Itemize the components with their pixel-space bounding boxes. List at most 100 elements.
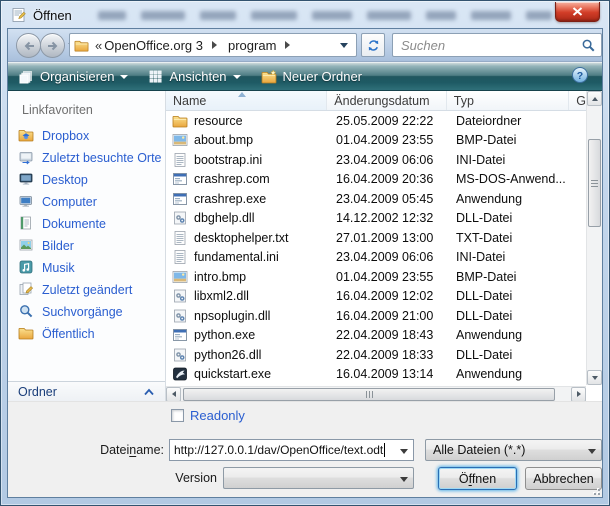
sidebar-item-dropbox[interactable]: Dropbox bbox=[8, 125, 165, 147]
column-header-date[interactable]: Änderungsdatum bbox=[327, 91, 446, 110]
column-headers: Name Änderungsdatum Typ G bbox=[166, 91, 586, 111]
recent-places-icon bbox=[18, 149, 34, 168]
file-row-dbghelp-dll[interactable]: dbghelp.dll 14.12.2002 12:32 DLL-Datei bbox=[166, 209, 586, 229]
breadcrumb-overflow-chevron[interactable]: « bbox=[95, 38, 102, 53]
sidebar-item-computer[interactable]: Computer bbox=[8, 191, 165, 213]
file-row-bootstrap-ini[interactable]: bootstrap.ini 23.04.2009 06:06 INI-Datei bbox=[166, 150, 586, 170]
file-row-python-exe[interactable]: python.exe 22.04.2009 18:43 Anwendung bbox=[166, 326, 586, 346]
sidebar-item-desktop[interactable]: Desktop bbox=[8, 169, 165, 191]
close-button[interactable] bbox=[555, 2, 600, 22]
scroll-up-button[interactable] bbox=[587, 91, 602, 106]
file-type: MS-DOS-Anwend... bbox=[448, 172, 571, 186]
search-box[interactable] bbox=[392, 33, 602, 57]
version-label: Version bbox=[175, 471, 217, 485]
file-type: INI-Datei bbox=[448, 153, 571, 167]
browser-content: Linkfavoriten Dropbox bbox=[8, 91, 602, 401]
file-type: Dateiordner bbox=[448, 114, 571, 128]
file-row-npsoplugin-dll[interactable]: npsoplugin.dll 16.04.2009 21:00 DLL-Date… bbox=[166, 306, 586, 326]
resize-grip[interactable] bbox=[590, 485, 600, 495]
readonly-checkbox[interactable] bbox=[171, 409, 184, 422]
app-icon bbox=[172, 327, 188, 343]
svg-text:?: ? bbox=[577, 70, 583, 82]
filename-dropdown-icon[interactable] bbox=[400, 449, 408, 458]
file-row-resource[interactable]: resource 25.05.2009 22:22 Dateiordner bbox=[166, 111, 586, 131]
filename-input[interactable]: http://127.0.0.1/dav/OpenOffice/text.odt bbox=[169, 439, 414, 461]
sidebar-item-ffentlich[interactable]: Öffentlich bbox=[8, 323, 165, 345]
file-type: BMP-Datei bbox=[448, 133, 571, 147]
breadcrumb-item-program[interactable]: program bbox=[228, 38, 276, 53]
breadcrumb-address-bar[interactable]: « OpenOffice.org 3 program bbox=[69, 33, 357, 57]
scroll-left-button[interactable] bbox=[166, 387, 181, 402]
version-select[interactable] bbox=[223, 467, 414, 489]
file-date: 22.04.2009 18:43 bbox=[328, 328, 448, 342]
title-bar[interactable]: Öffnen bbox=[2, 2, 608, 28]
scroll-down-button[interactable] bbox=[587, 370, 602, 385]
back-button[interactable] bbox=[16, 33, 41, 58]
document-icon bbox=[11, 7, 27, 23]
help-button[interactable]: ? bbox=[571, 66, 589, 87]
file-name: libxml2.dll bbox=[194, 289, 249, 303]
sidebar-item-dokumente[interactable]: Dokumente bbox=[8, 213, 165, 235]
file-row-crashrep-exe[interactable]: crashrep.exe 23.04.2009 05:45 Anwendung bbox=[166, 189, 586, 209]
filetype-select[interactable]: Alle Dateien (*.*) bbox=[425, 439, 602, 461]
file-row-python26-dll[interactable]: python26.dll 22.04.2009 18:33 DLL-Datei bbox=[166, 345, 586, 365]
breadcrumb-item-openoffice[interactable]: OpenOffice.org 3 bbox=[104, 38, 203, 53]
views-button[interactable]: Ansichten bbox=[148, 69, 240, 84]
file-date: 23.04.2009 06:06 bbox=[328, 250, 448, 264]
image-icon bbox=[172, 132, 188, 148]
triangle-left-icon bbox=[172, 391, 176, 397]
horizontal-scrollbar[interactable] bbox=[166, 386, 586, 401]
new-folder-button[interactable]: Neuer Ordner bbox=[261, 69, 362, 85]
file-row-quickstart-exe[interactable]: quickstart.exe 16.04.2009 13:14 Anwendun… bbox=[166, 365, 586, 385]
file-name: python.exe bbox=[194, 328, 255, 342]
chevron-down-icon bbox=[233, 75, 241, 83]
sidebar-item-musik[interactable]: Musik bbox=[8, 257, 165, 279]
vertical-scroll-thumb[interactable] bbox=[588, 139, 601, 227]
file-type: TXT-Datei bbox=[448, 231, 571, 245]
file-row-about-bmp[interactable]: about.bmp 01.04.2009 23:55 BMP-Datei bbox=[166, 131, 586, 151]
file-type: DLL-Datei bbox=[448, 211, 571, 225]
file-name: dbghelp.dll bbox=[194, 211, 254, 225]
sidebar-item-bilder[interactable]: Bilder bbox=[8, 235, 165, 257]
column-header-type[interactable]: Typ bbox=[447, 91, 569, 110]
column-header-name[interactable]: Name bbox=[166, 91, 327, 110]
triangle-up-icon bbox=[592, 97, 598, 101]
file-row-intro-bmp[interactable]: intro.bmp 01.04.2009 23:55 BMP-Datei bbox=[166, 267, 586, 287]
open-button[interactable]: Öffnen bbox=[438, 467, 517, 490]
file-row-desktophelper-txt[interactable]: desktophelper.txt 27.01.2009 13:00 TXT-D… bbox=[166, 228, 586, 248]
file-date: 01.04.2009 23:55 bbox=[328, 270, 448, 284]
organize-button[interactable]: Organisieren bbox=[18, 69, 128, 85]
file-row-fundamental-ini[interactable]: fundamental.ini 23.04.2009 06:06 INI-Dat… bbox=[166, 248, 586, 268]
file-name: crashrep.exe bbox=[194, 192, 266, 206]
folders-expander-bar[interactable]: Ordner bbox=[8, 381, 165, 401]
dialog-footer: Readonly Dateiname: http://127.0.0.1/dav… bbox=[8, 401, 602, 497]
vertical-scrollbar[interactable] bbox=[586, 91, 602, 385]
file-row-crashrep-com[interactable]: crashrep.com 16.04.2009 20:36 MS-DOS-Anw… bbox=[166, 170, 586, 190]
sidebar-item-zuletzt-ge-ndert[interactable]: Zuletzt geändert bbox=[8, 279, 165, 301]
refresh-button[interactable] bbox=[361, 33, 385, 57]
window-title: Öffnen bbox=[33, 8, 72, 23]
sidebar-item-suchvorg-nge[interactable]: Suchvorgänge bbox=[8, 301, 165, 323]
file-row-libxml2-dll[interactable]: libxml2.dll 16.04.2009 12:02 DLL-Datei bbox=[166, 287, 586, 307]
triangle-down-icon bbox=[592, 376, 598, 380]
readonly-label: Readonly bbox=[190, 408, 245, 423]
computer-icon bbox=[18, 193, 34, 212]
file-date: 16.04.2009 12:02 bbox=[328, 289, 448, 303]
back-arrow-icon bbox=[22, 40, 36, 52]
file-date: 23.04.2009 05:45 bbox=[328, 192, 448, 206]
sort-ascending-icon bbox=[238, 92, 246, 97]
scroll-right-button[interactable] bbox=[571, 387, 586, 402]
dll-icon bbox=[172, 288, 188, 304]
breadcrumb-separator-icon[interactable] bbox=[212, 41, 221, 49]
open-file-dialog: Öffnen « bbox=[0, 0, 610, 506]
search-input[interactable] bbox=[399, 35, 574, 55]
breadcrumb-separator-icon[interactable] bbox=[285, 41, 294, 49]
file-type: Anwendung bbox=[448, 367, 571, 381]
address-dropdown-icon[interactable] bbox=[340, 43, 348, 52]
column-header-size[interactable]: G bbox=[569, 91, 586, 110]
horizontal-scroll-thumb[interactable] bbox=[183, 388, 555, 401]
help-question-icon: ? bbox=[571, 66, 589, 84]
forward-button[interactable] bbox=[40, 33, 65, 58]
sidebar-item-zuletzt-besuchte-orte[interactable]: Zuletzt besuchte Orte bbox=[8, 147, 165, 169]
dll-icon bbox=[172, 308, 188, 324]
